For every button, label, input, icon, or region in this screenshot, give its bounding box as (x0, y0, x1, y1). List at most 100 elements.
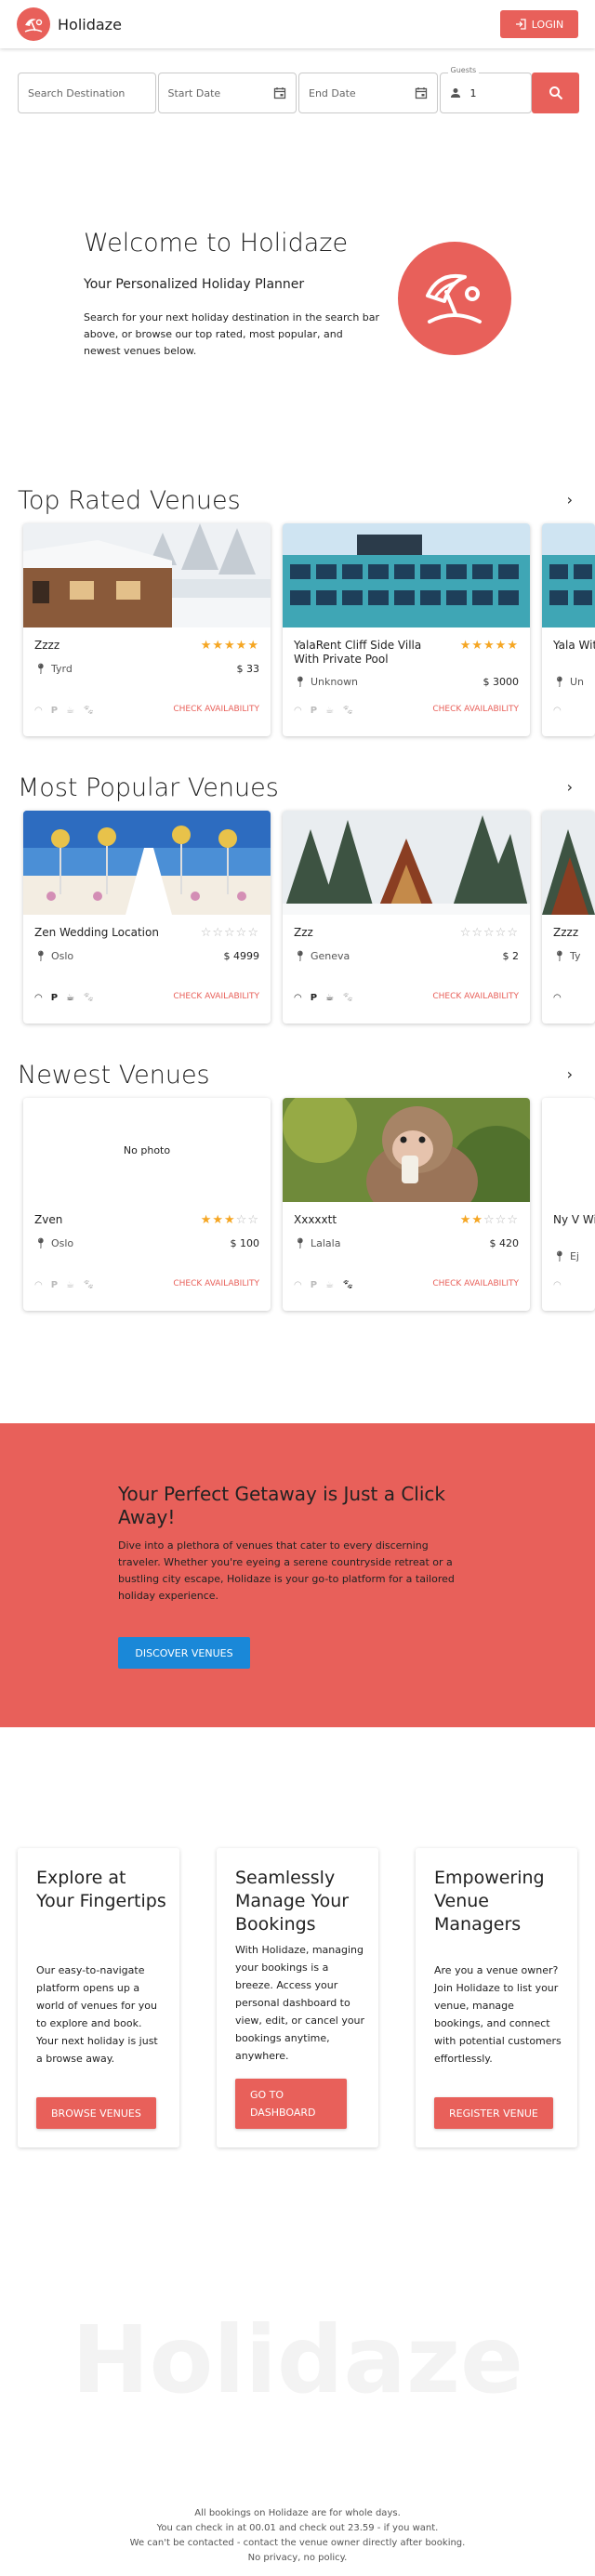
location-text: Ty (569, 950, 581, 962)
venue-card[interactable]: Yala With 📍︎ Un ◠ (542, 523, 595, 736)
guests-input[interactable]: Guests 1 (439, 66, 533, 113)
check-availability-link[interactable]: CHECK AVAILABILITY (173, 992, 259, 1001)
venue-name: Yala With (553, 639, 595, 652)
chevron-right-icon[interactable]: › (567, 491, 573, 509)
venue-image[interactable] (283, 811, 530, 915)
pets-icon: 🐾︎ (83, 993, 95, 1003)
breakfast-icon: ☕︎ (325, 993, 335, 1003)
location-pin-icon: 📍︎ (294, 1237, 307, 1249)
pets-icon: 🐾︎ (83, 1280, 95, 1290)
location-pin-icon: 📍︎ (294, 950, 307, 962)
chevron-right-icon[interactable]: › (567, 778, 573, 796)
chevron-right-icon[interactable]: › (567, 1065, 573, 1083)
discover-venues-button[interactable]: DISCOVER VENUES (118, 1637, 250, 1669)
footer-line: All bookings on Holidaze are for whole d… (194, 2508, 401, 2518)
feature-title: Empowering Venue Managers (434, 1868, 545, 1935)
amenity-icons: ◠ P ☕︎ 🐾︎ (34, 1280, 95, 1290)
destination-input[interactable]: Search Destination (18, 73, 156, 113)
wifi-icon: ◠ (553, 993, 562, 1003)
venue-name: Zzzz (34, 639, 60, 652)
register-venue-button[interactable]: REGISTER VENUE (434, 2097, 553, 2129)
start-date-input[interactable]: Start Date (157, 73, 297, 113)
venue-location: 📍︎ Oslo (34, 1237, 73, 1249)
amenity-icons: ◠ P ☕︎ 🐾︎ (34, 993, 95, 1003)
venue-price: $ 2 (502, 950, 520, 962)
venue-image[interactable] (542, 1098, 595, 1202)
check-availability-link[interactable]: CHECK AVAILABILITY (173, 705, 259, 714)
guests-label: Guests (447, 66, 480, 74)
venue-image[interactable] (542, 811, 595, 915)
breakfast-icon: ☕︎ (66, 993, 75, 1003)
venue-location: 📍︎ Unknown (294, 676, 358, 688)
brand-name[interactable]: Holidaze (58, 16, 122, 33)
login-icon (515, 19, 526, 30)
wifi-icon: ◠ (553, 1280, 562, 1290)
hero-title: Welcome to Holidaze (84, 229, 349, 258)
rating-stars: ★★★☆☆ (200, 1213, 259, 1227)
feature-title: Explore at Your Fingertips (36, 1868, 166, 1911)
venue-location: 📍︎ Tyrd (34, 663, 73, 675)
logo-icon[interactable] (17, 7, 50, 41)
calendar-icon[interactable] (273, 86, 286, 99)
venue-location: 📍︎ Ej (553, 1250, 579, 1262)
amenity-icons: ◠ P ☕︎ 🐾︎ (34, 706, 95, 716)
wifi-icon: ◠ (294, 1280, 302, 1290)
end-date-input[interactable]: End Date (298, 73, 438, 113)
venue-name: Zen Wedding Location (34, 926, 159, 939)
amenity-icons: ◠ (553, 1280, 562, 1290)
search-button[interactable] (532, 73, 579, 113)
wifi-icon: ◠ (294, 993, 302, 1003)
location-pin-icon: 📍︎ (553, 676, 566, 688)
footer-line: You can check in at 00.01 and check out … (156, 2523, 439, 2533)
search-icon (549, 86, 562, 100)
wifi-icon: ◠ (294, 706, 302, 716)
breakfast-icon: ☕︎ (66, 706, 75, 716)
rating-stars: ★★★★★ (459, 639, 519, 653)
hero-text: Search for your next holiday destination… (84, 311, 380, 357)
location-text: Oslo (50, 950, 74, 962)
venue-location: 📍︎ Geneva (294, 950, 350, 962)
feature-text: With Holidaze, managing your bookings is… (235, 1944, 365, 2062)
venue-image[interactable] (542, 523, 595, 627)
login-button[interactable]: LOGIN (500, 10, 578, 38)
login-label: LOGIN (531, 18, 564, 31)
calendar-icon[interactable] (415, 86, 428, 99)
check-availability-link[interactable]: CHECK AVAILABILITY (432, 1279, 519, 1288)
section-title-top-rated: Top Rated Venues (18, 486, 241, 515)
feature-title: Seamlessly Manage Your Bookings (235, 1868, 350, 1935)
venue-image[interactable] (283, 1098, 530, 1202)
check-availability-link[interactable]: CHECK AVAILABILITY (432, 992, 519, 1001)
amenity-icons: ◠ P ☕︎ 🐾︎ (294, 706, 354, 716)
no-photo-placeholder[interactable]: No photo (23, 1098, 271, 1202)
footer-line: We can't be contacted - contact the venu… (129, 2538, 466, 2548)
venue-card[interactable]: Xxxxxtt ★★☆☆☆ 📍︎ Lalala $ 420 ◠ P ☕︎ 🐾︎ … (283, 1098, 530, 1311)
parking-icon: P (310, 993, 318, 1003)
venue-image[interactable] (283, 523, 530, 627)
go-to-dashboard-button[interactable]: GO TO DASHBOARD (235, 2079, 347, 2129)
rating-stars: ☆☆☆☆☆ (459, 926, 519, 940)
venue-card[interactable]: Zzzz 📍︎ Ty ◠ (542, 811, 595, 1024)
venue-card[interactable]: YalaRent Cliff Side Villa With Private P… (283, 523, 530, 736)
parking-icon: P (310, 706, 318, 716)
wifi-icon: ◠ (553, 706, 562, 716)
venue-price: $ 3000 (483, 676, 520, 688)
venue-card[interactable]: Zzzz ★★★★★ 📍︎ Tyrd $ 33 ◠ P ☕︎ 🐾︎ CHECK … (23, 523, 271, 736)
location-pin-icon: 📍︎ (34, 1237, 47, 1249)
check-availability-link[interactable]: CHECK AVAILABILITY (432, 705, 519, 714)
venue-image[interactable] (23, 523, 271, 627)
browse-venues-button[interactable]: BROWSE VENUES (36, 2097, 156, 2129)
venue-card[interactable]: Zen Wedding Location ☆☆☆☆☆ 📍︎ Oslo $ 499… (23, 811, 271, 1024)
check-availability-link[interactable]: CHECK AVAILABILITY (173, 1279, 259, 1288)
venue-card[interactable]: Ny V With 📍︎ Ej ◠ (542, 1098, 595, 1311)
footer-watermark: Holidaze (71, 2305, 524, 2414)
parking-icon: P (50, 1280, 59, 1290)
footer-line: No privacy, no policy. (247, 2553, 348, 2563)
venue-price: $ 100 (230, 1237, 260, 1249)
breakfast-icon: ☕︎ (325, 706, 335, 716)
venue-name: Ny V With (553, 1213, 595, 1226)
guests-value: 1 (469, 86, 477, 99)
venue-card[interactable]: Zzz ☆☆☆☆☆ 📍︎ Geneva $ 2 ◠ P ☕︎ 🐾︎ CHECK … (283, 811, 530, 1024)
hero-subtitle: Your Personalized Holiday Planner (84, 277, 305, 292)
venue-image[interactable] (23, 811, 271, 915)
venue-card[interactable]: No photo Zven ★★★☆☆ 📍︎ Oslo $ 100 ◠ P ☕︎… (23, 1098, 271, 1311)
